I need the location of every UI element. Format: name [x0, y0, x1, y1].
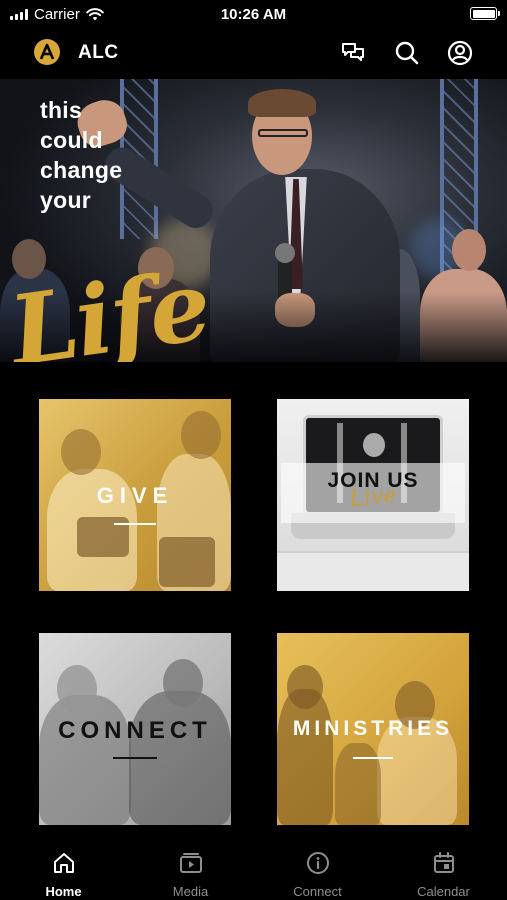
- profile-button[interactable]: [445, 38, 475, 68]
- hero-banner[interactable]: this could change your Life: [0, 79, 507, 362]
- calendar-icon: [433, 852, 454, 873]
- connect-tile[interactable]: CONNECT: [39, 633, 231, 825]
- give-label: GIVE: [96, 483, 174, 508]
- ministries-tile[interactable]: MINISTRIES: [277, 633, 469, 825]
- join-us-live-tile[interactable]: JOIN US Live: [277, 399, 469, 591]
- tab-media[interactable]: Media: [127, 838, 254, 900]
- tab-connect-label: Connect: [293, 884, 342, 899]
- tab-home-label: Home: [45, 884, 82, 899]
- search-button[interactable]: [392, 38, 422, 68]
- messages-button[interactable]: [338, 38, 368, 68]
- headline-line: could: [40, 127, 103, 153]
- home-icon: [53, 853, 74, 873]
- play-icon: [179, 853, 202, 873]
- tab-calendar[interactable]: Calendar: [380, 838, 507, 900]
- tab-calendar-label: Calendar: [417, 884, 470, 899]
- account-icon: [447, 40, 473, 66]
- chat-bubbles-icon: [342, 43, 364, 61]
- info-icon: [306, 852, 329, 874]
- tab-media-label: Media: [172, 884, 209, 899]
- headline-line: your: [40, 187, 92, 213]
- headline-line: this: [40, 97, 83, 123]
- search-icon: [395, 41, 419, 65]
- logo-a-icon: [39, 43, 55, 60]
- ministries-underline: [353, 757, 393, 759]
- app-title: ALC: [78, 42, 119, 63]
- ministries-label: MINISTRIES: [292, 717, 454, 740]
- status-bar: Carrier 10:26 AM: [0, 0, 507, 28]
- tab-bar: Home Media Connect Calendar: [0, 838, 507, 900]
- tab-home[interactable]: Home: [0, 838, 127, 900]
- headline-line: change: [40, 157, 123, 183]
- hero-script-word: Life: [3, 248, 216, 362]
- hero-headline: this could change your: [40, 95, 122, 215]
- status-time: 10:26 AM: [220, 6, 287, 23]
- give-tile[interactable]: GIVE: [39, 399, 231, 591]
- app-bar: ALC: [0, 28, 507, 78]
- give-underline: [114, 523, 156, 525]
- connect-underline: [113, 757, 157, 759]
- tab-connect[interactable]: Connect: [254, 838, 381, 900]
- connect-label: CONNECT: [58, 717, 212, 744]
- church-logo-icon[interactable]: [34, 39, 60, 65]
- battery-icon: [470, 7, 500, 20]
